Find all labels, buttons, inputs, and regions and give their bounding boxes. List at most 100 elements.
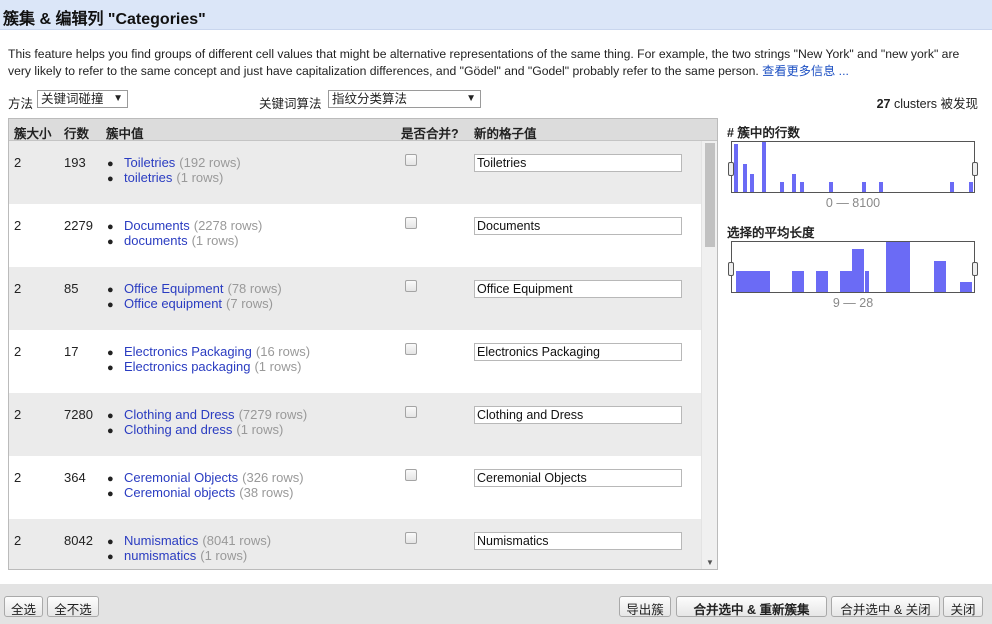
cluster-values-list: ● Toiletries (192 rows) ● toiletries (1 rows) xyxy=(107,155,241,185)
dialog-title: 簇集 & 编辑列 "Categories" xyxy=(0,0,992,30)
cluster-value-link[interactable]: Documents xyxy=(124,218,190,233)
header-merge: 是否合并? xyxy=(401,127,459,141)
bullet-icon: ● xyxy=(107,236,114,248)
histogram-bar xyxy=(736,271,770,292)
merge-checkbox[interactable] xyxy=(405,532,417,544)
keying-select-value: 指纹分类算法 xyxy=(332,92,408,106)
merge-recluster-button[interactable]: 合并选中 & 重新簇集 xyxy=(676,596,827,617)
list-item: ● toiletries (1 rows) xyxy=(107,170,241,185)
list-item: ● Clothing and dress (1 rows) xyxy=(107,422,307,437)
new-cell-value-input[interactable] xyxy=(474,343,682,361)
merge-checkbox[interactable] xyxy=(405,469,417,481)
select-all-button[interactable]: 全选 xyxy=(4,596,43,617)
cluster-value-link[interactable]: toiletries xyxy=(124,170,172,185)
value-row-count: (78 rows) xyxy=(227,281,282,296)
value-row-count: (16 rows) xyxy=(255,344,311,359)
row-count: 85 xyxy=(64,281,79,296)
range-label-avg-length: 9 — 28 xyxy=(832,296,874,310)
scroll-down-arrow-icon[interactable]: ▼ xyxy=(706,558,714,567)
export-clusters-button[interactable]: 导出簇 xyxy=(619,596,671,617)
description: This feature helps you find groups of di… xyxy=(8,46,984,80)
method-select-value: 关键词碰撞 xyxy=(41,92,104,106)
learn-more-link[interactable]: 查看更多信息 ... xyxy=(762,64,849,78)
bullet-icon: ● xyxy=(107,173,114,185)
cluster-values-list: ● Ceremonial Objects (326 rows) ● Ceremonial… xyxy=(107,470,304,500)
cluster-value-link[interactable]: Clothing and dress xyxy=(124,422,232,437)
cluster-value-link[interactable]: Electronics packaging xyxy=(124,359,250,374)
value-row-count: (38 rows) xyxy=(239,485,294,500)
cluster-size: 2 xyxy=(14,470,22,485)
table-scrollbar[interactable]: ▼ xyxy=(701,141,717,569)
range-handle-left[interactable] xyxy=(728,262,734,276)
new-cell-value-input[interactable] xyxy=(474,217,682,235)
new-cell-value-input[interactable] xyxy=(474,280,682,298)
bullet-icon: ● xyxy=(107,362,114,374)
new-cell-value-input[interactable] xyxy=(474,469,682,487)
list-item: ● Office equipment (7 rows) xyxy=(107,296,282,311)
histogram-bar xyxy=(762,142,766,192)
facets-panel: # 簇中的行数 0 — 8100 选择的平均长度 9 — 28 xyxy=(727,122,979,314)
table-row: 2 193 ● Toiletries (192 rows) ● toiletries (1 r… xyxy=(9,141,701,204)
histogram-bar xyxy=(792,174,796,192)
cluster-size: 2 xyxy=(14,155,22,170)
dropdown-arrow-icon: ▼ xyxy=(113,93,123,104)
keying-label: 关键词算法 xyxy=(259,97,322,111)
close-button[interactable]: 关闭 xyxy=(943,596,983,617)
range-label-row-count: 0 — 8100 xyxy=(825,196,881,210)
merge-checkbox[interactable] xyxy=(405,343,417,355)
cluster-value-link[interactable]: Office Equipment xyxy=(124,281,223,296)
cluster-value-link[interactable]: Ceremonial Objects xyxy=(124,470,238,485)
unselect-all-button[interactable]: 全不选 xyxy=(47,596,99,617)
merge-checkbox[interactable] xyxy=(405,280,417,292)
list-item: ● Electronics Packaging (16 rows) xyxy=(107,344,310,359)
value-row-count: (7279 rows) xyxy=(238,407,308,422)
cluster-value-link[interactable]: Electronics Packaging xyxy=(124,344,252,359)
range-handle-left[interactable] xyxy=(728,162,734,176)
range-handle-right[interactable] xyxy=(972,262,978,276)
merge-close-button[interactable]: 合并选中 & 关闭 xyxy=(831,596,940,617)
bullet-icon: ● xyxy=(107,299,114,311)
bullet-icon: ● xyxy=(107,551,114,563)
histogram-row-count[interactable] xyxy=(728,141,978,193)
new-cell-value-input[interactable] xyxy=(474,406,682,424)
table-row: 2 8042 ● Numismatics (8041 rows) ● numismatics… xyxy=(9,519,701,569)
cluster-value-link[interactable]: Office equipment xyxy=(124,296,222,311)
histogram-bar xyxy=(862,182,866,192)
new-cell-value-input[interactable] xyxy=(474,532,682,550)
histogram-bar xyxy=(865,271,869,292)
value-row-count: (2278 rows) xyxy=(193,218,263,233)
cluster-value-link[interactable]: Ceremonial objects xyxy=(124,485,235,500)
list-item: ● Ceremonial objects (38 rows) xyxy=(107,485,304,500)
method-select[interactable]: 关键词碰撞 ▼ xyxy=(37,90,128,108)
clusters-count: 27 xyxy=(876,97,891,111)
row-count: 193 xyxy=(64,155,86,170)
merge-checkbox[interactable] xyxy=(405,217,417,229)
scrollbar-thumb[interactable] xyxy=(705,143,715,247)
table-row: 2 17 ● Electronics Packaging (16 rows) ● Elect… xyxy=(9,330,701,393)
cluster-value-link[interactable]: Clothing and Dress xyxy=(124,407,235,422)
keying-function-select[interactable]: 指纹分类算法 ▼ xyxy=(328,90,481,108)
cluster-value-link[interactable]: numismatics xyxy=(124,548,196,563)
histogram-bar xyxy=(800,182,804,192)
method-label: 方法 xyxy=(8,97,34,111)
merge-checkbox[interactable] xyxy=(405,154,417,166)
histogram-bar xyxy=(780,182,784,192)
header-values-in-cluster: 簇中值 xyxy=(106,127,144,141)
histogram-avg-length[interactable] xyxy=(728,241,978,293)
row-count: 17 xyxy=(64,344,79,359)
cluster-value-link[interactable]: documents xyxy=(124,233,188,248)
histogram-bar xyxy=(816,271,828,292)
value-row-count: (1 rows) xyxy=(176,170,224,185)
cluster-values-list: ● Numismatics (8041 rows) ● numismatics (1 ro… xyxy=(107,533,271,563)
cluster-size: 2 xyxy=(14,407,22,422)
cluster-value-link[interactable]: Numismatics xyxy=(124,533,198,548)
merge-checkbox[interactable] xyxy=(405,406,417,418)
range-handle-right[interactable] xyxy=(972,162,978,176)
header-row-count: 行数 xyxy=(64,127,90,141)
list-item: ● numismatics (1 rows) xyxy=(107,548,271,563)
table-row: 2 85 ● Office Equipment (78 rows) ● Office equ… xyxy=(9,267,701,330)
new-cell-value-input[interactable] xyxy=(474,154,682,172)
histogram-bar xyxy=(886,242,910,292)
cluster-value-link[interactable]: Toiletries xyxy=(124,155,175,170)
table-row: 2 2279 ● Documents (2278 rows) ● documents (1 r… xyxy=(9,204,701,267)
